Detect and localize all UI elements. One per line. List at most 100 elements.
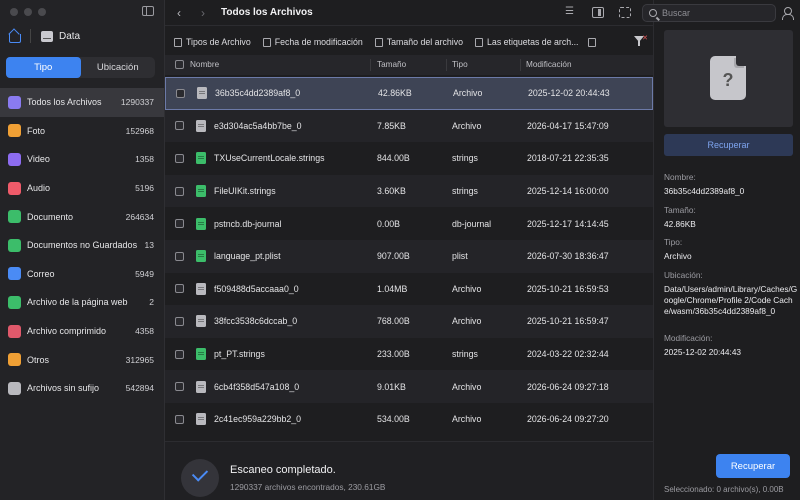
file-icon [196, 152, 206, 165]
sidebar-item-label: Archivos sin sufijo [27, 383, 100, 394]
sidebar-item-audio[interactable]: Audio 5196 [0, 174, 164, 203]
file-name: 38fcc3538c6dccab_0 [214, 316, 298, 327]
sidebar-item-label: Audio [27, 183, 51, 194]
file-modified: 2026-07-30 18:36:47 [527, 251, 609, 262]
table-row[interactable]: f509488d5accaaa0_0 1.04MB Archivo 2025-10-2… [165, 273, 653, 306]
filter-bar: Tipos de Archivo Fecha de modificación T… [165, 26, 653, 58]
file-name: e3d304ac5a4bb7be_0 [214, 120, 302, 131]
file-name: 6cb4f358d547a108_0 [214, 381, 300, 392]
row-checkbox[interactable] [175, 284, 184, 294]
sidebar-item-count: 5949 [135, 268, 154, 279]
table-row[interactable]: 2c41ec959a229bb2_0 534.00B Archivo 2026-06-… [165, 403, 653, 436]
filter-file-type[interactable]: Tipos de Archivo [174, 37, 251, 47]
sidebar-item-label: Archivo de la página web [27, 297, 128, 308]
window-controls[interactable] [10, 8, 46, 16]
tab-tipo[interactable]: Tipo [6, 57, 81, 78]
home-icon[interactable] [8, 30, 21, 43]
col-size[interactable]: Tamaño [377, 60, 406, 69]
file-icon [196, 119, 206, 132]
row-checkbox[interactable] [176, 88, 185, 98]
table-row[interactable]: 6cb4f358d547a108_0 9.01KB Archivo 2026-06-2… [165, 370, 653, 403]
sidebar-item-unsaved-document[interactable]: Documentos no Guardados 13 [0, 231, 164, 260]
row-checkbox[interactable] [175, 153, 184, 163]
row-checkbox[interactable] [175, 414, 184, 424]
file-modified: 2025-12-02 20:44:43 [528, 88, 610, 99]
file-modified: 2026-06-24 09:27:18 [527, 381, 609, 392]
col-type[interactable]: Tipo [452, 60, 468, 69]
file-type: Archivo [452, 381, 482, 392]
recover-preview-button[interactable]: Recuperar [664, 134, 793, 156]
col-modified[interactable]: Modificación [526, 60, 572, 69]
table-row[interactable]: pstncb.db-journal 0.00B db-journal 2025-12-… [165, 207, 653, 240]
select-all-checkbox[interactable] [175, 60, 184, 69]
table-row[interactable]: 36b35c4dd2389af8_0 42.86KB Archivo 2025-12-… [165, 77, 653, 110]
page-title: Todos los Archivos [221, 7, 313, 18]
disk-icon [41, 30, 53, 42]
sidebar-item-count: 152968 [125, 125, 154, 136]
file-icon [196, 315, 206, 328]
row-checkbox[interactable] [175, 219, 184, 229]
meta-name: Nombre: 36b35c4dd2389af8_0 [664, 172, 799, 197]
user-icon[interactable] [782, 7, 794, 20]
table-row[interactable]: FileUIKit.strings 3.60KB strings 2025-12-14… [165, 174, 653, 208]
more-filters-icon[interactable] [588, 37, 597, 47]
back-arrow-icon[interactable]: ‹ [177, 7, 181, 19]
mail-icon [8, 267, 21, 281]
table-row[interactable]: language_pt.plist 907.00B plist 2026-07-30 … [165, 239, 653, 273]
sidebar-item-count: 1358 [135, 154, 154, 165]
sidebar-item-video[interactable]: Video 1358 [0, 145, 164, 174]
scan-summary: 1290337 archivos encontrados, 230.61GB [230, 482, 386, 492]
row-checkbox[interactable] [175, 349, 184, 359]
calendar-icon [262, 37, 271, 47]
sidebar-toggle-icon[interactable] [142, 6, 154, 16]
sidebar-item-mail[interactable]: Correo 5949 [0, 260, 164, 289]
tab-ubicacion[interactable]: Ubicación [81, 57, 156, 78]
row-checkbox[interactable] [175, 382, 184, 392]
table-row[interactable]: e3d304ac5a4bb7be_0 7.85KB Archivo 2026-04-1… [165, 109, 653, 143]
sidebar-item-star[interactable]: Otros 312965 [0, 345, 164, 374]
col-name[interactable]: Nombre [190, 60, 219, 69]
file-modified: 2026-06-24 09:27:20 [527, 414, 609, 425]
row-checkbox[interactable] [175, 316, 184, 326]
clear-filter-icon[interactable]: ✕ [642, 34, 648, 42]
file-name: f509488d5accaaa0_0 [214, 283, 299, 294]
sidebar-item-blank-file[interactable]: Archivos sin sufijo 542894 [0, 374, 164, 403]
details-topbar: Buscar [642, 0, 800, 26]
file-icon [196, 185, 206, 198]
sidebar-item-grid[interactable]: Todos los Archivos 1290337 [0, 88, 164, 117]
recover-button[interactable]: Recuperar [716, 454, 790, 478]
sidebar-titlebar [0, 0, 164, 24]
list-view-icon[interactable] [565, 6, 577, 18]
table-row[interactable]: TXUseCurrentLocale.strings 844.00B strings… [165, 142, 653, 175]
scan-icon[interactable] [619, 7, 631, 18]
forward-arrow-icon[interactable]: › [201, 7, 205, 19]
sidebar-item-photo[interactable]: Foto 152968 [0, 117, 164, 146]
table-row[interactable]: 38fcc3538c6dccab_0 768.00B Archivo 2025-10-… [165, 305, 653, 338]
row-checkbox[interactable] [175, 121, 184, 131]
file-icon [196, 250, 206, 263]
filter-file-size[interactable]: Tamaño del archivo [374, 37, 463, 47]
file-preview [664, 30, 793, 127]
meta-location-label: Ubicación: [664, 270, 703, 280]
file-name: 36b35c4dd2389af8_0 [215, 88, 301, 99]
file-size: 7.85KB [377, 120, 406, 131]
file-name: pt_PT.strings [214, 349, 265, 360]
file-modified: 2025-10-21 16:59:53 [527, 283, 609, 294]
filter-modified-date[interactable]: Fecha de modificación [262, 37, 363, 47]
sidebar-item-document[interactable]: Documento 264634 [0, 202, 164, 231]
sidebar-item-label: Documentos no Guardados [27, 240, 138, 251]
preview-panel-icon[interactable] [592, 7, 604, 18]
sidebar: Data Tipo Ubicación Todos los Archivos 12… [0, 0, 165, 500]
file-type: Archivo [452, 120, 482, 131]
search-input[interactable]: Buscar [642, 4, 776, 22]
meta-name-label: Nombre: [664, 172, 696, 182]
file-type: Archivo [452, 283, 482, 294]
sidebar-item-archive[interactable]: Archivo comprimido 4358 [0, 317, 164, 346]
sidebar-item-webpage[interactable]: Archivo de la página web 2 [0, 288, 164, 317]
filter-file-tags[interactable]: Las etiquetas de arch... [475, 37, 578, 47]
col-divider [520, 59, 521, 71]
row-checkbox[interactable] [175, 251, 184, 261]
row-checkbox[interactable] [175, 186, 184, 196]
grid-icon [8, 95, 21, 109]
table-row[interactable]: pt_PT.strings 233.00B strings 2024-03-22 02… [165, 338, 653, 371]
